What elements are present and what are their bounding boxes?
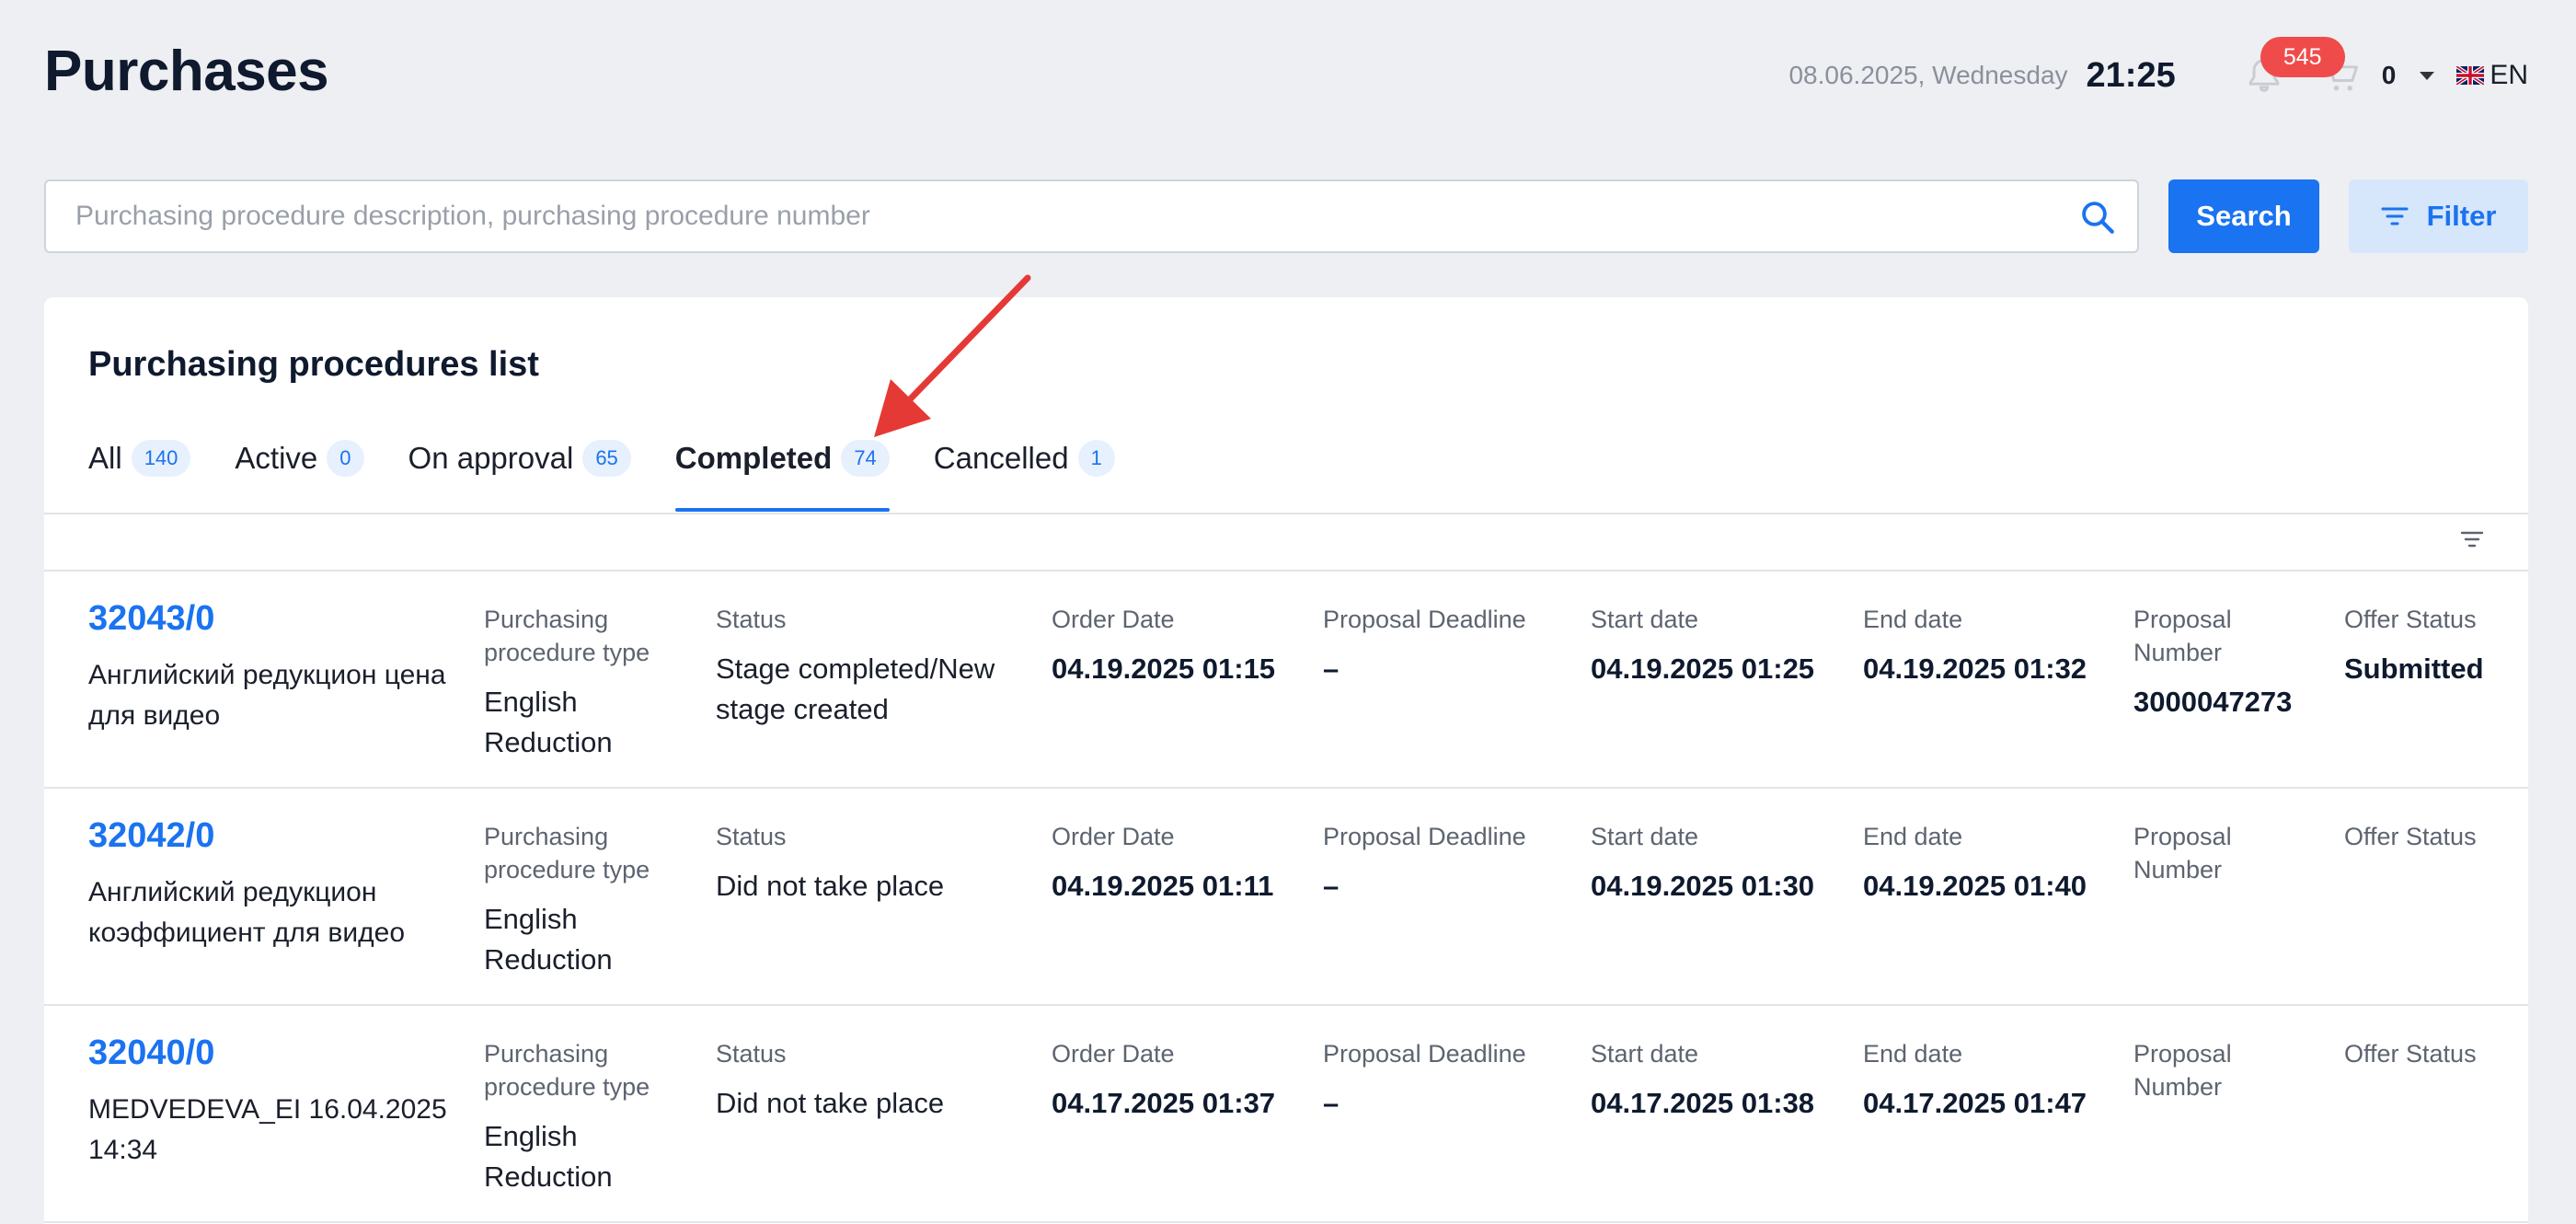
list-filter-icon[interactable] bbox=[2460, 530, 2484, 548]
table-row[interactable]: 32042/0 Английский редукцион коэффициент… bbox=[44, 789, 2528, 1006]
order-date-value: 04.19.2025 01:15 bbox=[1052, 652, 1276, 685]
tab-label: All bbox=[88, 441, 122, 475]
start-date-value: 04.19.2025 01:25 bbox=[1591, 652, 1815, 685]
offer-status-value: Submitted bbox=[2344, 652, 2484, 685]
filter-button-label: Filter bbox=[2426, 200, 2497, 232]
proposal-number-value: 3000047273 bbox=[2133, 686, 2293, 718]
table-row[interactable]: 32040/0 MEDVEDEVA_EI 16.04.2025 14:34 Pu… bbox=[44, 1006, 2528, 1223]
table-row[interactable]: 32043/0 Английский редукцион цена для ви… bbox=[44, 572, 2528, 789]
proposal-deadline-label: Proposal Deadline bbox=[1323, 823, 1526, 850]
order-date-label: Order Date bbox=[1052, 823, 1175, 850]
notification-badge: 545 bbox=[2260, 37, 2345, 77]
status-tabs: All 140 Active 0 On approval 65 Complete… bbox=[88, 440, 1159, 514]
current-time: 21:25 bbox=[2086, 55, 2176, 95]
tab-label: Completed bbox=[674, 441, 833, 475]
end-date-label: End date bbox=[1863, 823, 1963, 850]
tab-active[interactable]: Active 0 bbox=[235, 440, 364, 514]
tab-count-badge: 0 bbox=[327, 440, 364, 477]
proposal-deadline-label: Proposal Deadline bbox=[1323, 1040, 1526, 1068]
proposal-number-label: Proposal Number bbox=[2133, 1040, 2232, 1101]
status-label: Status bbox=[716, 823, 787, 850]
status-label: Status bbox=[716, 1040, 787, 1068]
header-toolbar: 08.06.2025, Wednesday 21:25 545 0 EN bbox=[1788, 37, 2528, 99]
end-date-label: End date bbox=[1863, 1040, 1963, 1068]
proposal-deadline-label: Proposal Deadline bbox=[1323, 606, 1526, 633]
start-date-value: 04.19.2025 01:30 bbox=[1591, 870, 1815, 902]
tab-label: Cancelled bbox=[933, 441, 1069, 475]
type-label: Purchasing procedure type bbox=[484, 823, 650, 883]
cart-count: 0 bbox=[2381, 61, 2397, 89]
start-date-value: 04.17.2025 01:38 bbox=[1591, 1087, 1815, 1119]
offer-status-label: Offer Status bbox=[2344, 1040, 2477, 1068]
filter-button[interactable]: Filter bbox=[2349, 179, 2528, 253]
status-value: Did not take place bbox=[716, 1087, 945, 1119]
tab-completed[interactable]: Completed 74 bbox=[674, 440, 890, 514]
page-title: Purchases bbox=[44, 40, 329, 103]
proposal-deadline-value: – bbox=[1323, 1087, 1340, 1119]
end-date-value: 04.19.2025 01:40 bbox=[1863, 870, 2087, 902]
tab-count-badge: 65 bbox=[582, 440, 631, 477]
procedures-list-card: Purchasing procedures list All 140 Activ… bbox=[44, 297, 2528, 1224]
offer-status-label: Offer Status bbox=[2344, 823, 2477, 850]
search-button[interactable]: Search bbox=[2168, 179, 2319, 253]
start-date-label: Start date bbox=[1591, 823, 1699, 850]
procedure-description: MEDVEDEVA_EI 16.04.2025 14:34 bbox=[88, 1094, 447, 1165]
current-date: 08.06.2025, Wednesday bbox=[1788, 61, 2068, 89]
procedure-description: Английский редукцион коэффициент для вид… bbox=[88, 877, 406, 948]
chevron-down-icon[interactable] bbox=[2420, 71, 2435, 80]
filter-icon bbox=[2381, 207, 2409, 225]
end-date-value: 04.19.2025 01:32 bbox=[1863, 652, 2087, 685]
order-date-value: 04.19.2025 01:11 bbox=[1052, 870, 1274, 902]
procedure-number-link[interactable]: 32040/0 bbox=[88, 1033, 466, 1073]
tab-count-badge: 140 bbox=[131, 440, 191, 477]
tabs-divider bbox=[44, 513, 2528, 514]
type-value: English Reduction bbox=[484, 686, 613, 758]
language-selector[interactable]: EN bbox=[2490, 60, 2528, 91]
order-date-label: Order Date bbox=[1052, 1040, 1175, 1068]
status-label: Status bbox=[716, 606, 787, 633]
proposal-deadline-value: – bbox=[1323, 870, 1340, 902]
status-value: Did not take place bbox=[716, 870, 945, 902]
procedure-number-link[interactable]: 32042/0 bbox=[88, 816, 466, 856]
notifications-button[interactable]: 545 bbox=[2244, 37, 2345, 96]
order-date-label: Order Date bbox=[1052, 606, 1175, 633]
proposal-number-label: Proposal Number bbox=[2133, 823, 2232, 883]
procedure-number-link[interactable]: 32043/0 bbox=[88, 599, 466, 639]
tab-count-badge: 74 bbox=[841, 440, 890, 477]
tab-count-badge: 1 bbox=[1077, 440, 1115, 477]
proposal-deadline-value: – bbox=[1323, 652, 1340, 685]
search-icon[interactable] bbox=[2078, 198, 2117, 237]
search-box bbox=[44, 179, 2139, 253]
list-title: Purchasing procedures list bbox=[88, 345, 539, 384]
uk-flag-icon[interactable] bbox=[2456, 66, 2485, 85]
type-value: English Reduction bbox=[484, 903, 613, 976]
type-label: Purchasing procedure type bbox=[484, 606, 650, 666]
order-date-value: 04.17.2025 01:37 bbox=[1052, 1087, 1276, 1119]
end-date-label: End date bbox=[1863, 606, 1963, 633]
proposal-number-label: Proposal Number bbox=[2133, 606, 2232, 666]
procedure-description: Английский редукцион цена для видео bbox=[88, 660, 446, 731]
tab-label: On approval bbox=[408, 441, 574, 475]
type-label: Purchasing procedure type bbox=[484, 1040, 650, 1101]
tab-all[interactable]: All 140 bbox=[88, 440, 191, 514]
start-date-label: Start date bbox=[1591, 606, 1699, 633]
status-value: Stage completed/New stage created bbox=[716, 652, 995, 725]
offer-status-label: Offer Status bbox=[2344, 606, 2477, 633]
end-date-value: 04.17.2025 01:47 bbox=[1863, 1087, 2087, 1119]
tab-cancelled[interactable]: Cancelled 1 bbox=[934, 440, 1115, 514]
start-date-label: Start date bbox=[1591, 1040, 1699, 1068]
search-input[interactable] bbox=[46, 181, 2137, 251]
tab-on-approval[interactable]: On approval 65 bbox=[408, 440, 631, 514]
tab-label: Active bbox=[235, 441, 318, 475]
type-value: English Reduction bbox=[484, 1120, 613, 1193]
